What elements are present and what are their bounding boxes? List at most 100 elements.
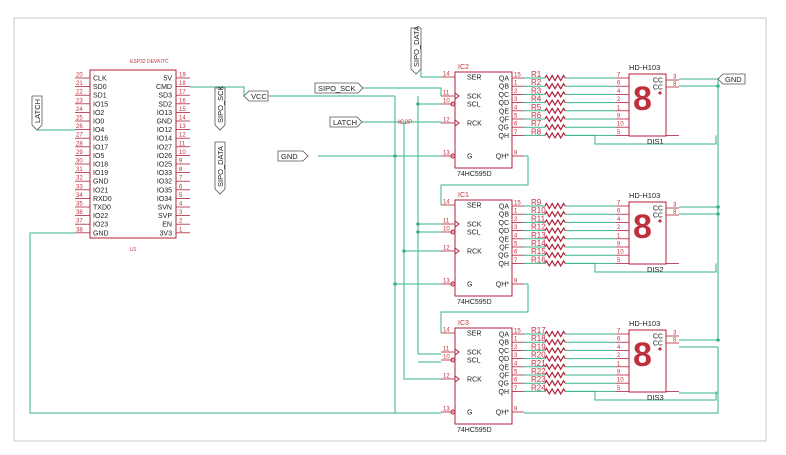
- esp32-left-pin-name: IO2: [93, 110, 104, 117]
- ic-left-pin-num: 11: [443, 347, 450, 353]
- display-ref-text: DIS1: [647, 137, 664, 146]
- ic-right-pin-name: QB: [499, 340, 509, 347]
- ic-right-pin-name: QH: [499, 389, 510, 396]
- esp32-right-pin-num: 17: [179, 90, 186, 96]
- resistor-zigzag: [544, 371, 566, 379]
- esp32-left-pin-name: SD0: [93, 84, 107, 91]
- ic-left-pin-name: SER: [467, 203, 481, 210]
- esp32-right-pin-name: IO35: [157, 187, 172, 194]
- esp32-right-pin-name: EN: [162, 222, 172, 229]
- ic-left-pin-num: 14: [443, 72, 450, 78]
- ic-right-pin-name: QD: [499, 100, 510, 107]
- esp32-left-pin-num: 22: [76, 90, 83, 96]
- esp32-right-pin-name: GND: [156, 119, 172, 126]
- shift-register-ref: IC1: [458, 192, 469, 199]
- net-gnd-left-text: GND: [281, 152, 298, 161]
- ic-left-pin-name: G: [467, 154, 472, 161]
- esp32-left-pin-name: TXD0: [93, 205, 111, 212]
- esp32-right-pin-num: 16: [179, 98, 186, 104]
- esp32-right-pin-name: IO13: [157, 110, 172, 117]
- shift-register-part: 74HC595D: [457, 171, 492, 178]
- net-vcc-text: VCC: [251, 92, 267, 101]
- ic-right-pin-name: QC: [499, 92, 510, 99]
- ic-right-pin-name: QH*: [496, 410, 510, 417]
- ic-left-pin-name: SCK: [467, 222, 482, 229]
- ic-right-pin-name: QF: [499, 373, 509, 380]
- display-part-text: HD-H103: [629, 319, 660, 328]
- esp32-right-pin-name: IO12: [157, 127, 172, 134]
- schematic-canvas: ESP32 DEVKITC U1 20 CLK 21 SD0 22 SD1 23 IO15 24 IO…: [0, 0, 786, 455]
- esp32-left-pin-name: IO5: [93, 153, 104, 160]
- ic-left-pin-num: 12: [443, 246, 450, 252]
- esp32-left-pin-name: GND: [93, 230, 109, 237]
- net-latch-left-text: LATCH: [33, 99, 42, 123]
- ic-left-pin-name: SCK: [467, 94, 482, 101]
- clock-marker: [454, 119, 460, 127]
- ic-right-pin-name: QH*: [496, 154, 510, 161]
- esp32-left-pin-num: 23: [76, 98, 83, 104]
- display-cc-label: CC: [653, 334, 663, 341]
- ic-right-pin-name: QC: [499, 220, 510, 227]
- dp-return-wire: [565, 134, 717, 145]
- resistor-zigzag: [544, 210, 566, 218]
- esp32-right-pin-name: IO33: [157, 170, 172, 177]
- esp32-left-pin-name: IO19: [93, 170, 108, 177]
- ic-right-pin-name: QH*: [496, 282, 510, 289]
- seven-seg-glyph: 8: [633, 336, 652, 374]
- shift-register-ref: IC3: [458, 320, 469, 327]
- esp32-right-pin-name: IO14: [157, 136, 172, 143]
- ic-right-pin-name: QC: [499, 348, 510, 355]
- junction-dot: [416, 102, 420, 106]
- esp32-ref-text: U1: [130, 247, 137, 253]
- ic-left-pin-num: 13: [443, 151, 450, 157]
- sck-bus: [417, 96, 441, 355]
- ic-left-pin-name: RCK: [467, 121, 482, 128]
- ic-left-pin-name: RCK: [467, 249, 482, 256]
- schematic-svg: ESP32 DEVKITC U1 20 CLK 21 SD0 22 SD1 23 IO15 24 IO…: [13, 17, 767, 442]
- ic-left-pin-name: SCL: [467, 358, 481, 365]
- display-ref-text: DIS3: [647, 393, 664, 402]
- net-sipo-sck-text: SIPO_SCK: [318, 84, 356, 93]
- esp32-right-pin-num: 13: [179, 124, 186, 130]
- resistor-zigzag: [544, 90, 566, 99]
- ic-left-pin-num: 11: [443, 219, 450, 225]
- esp32-left-pin-num: 35: [76, 202, 83, 208]
- shift-register-part: 74HC595D: [457, 427, 492, 434]
- esp32-left-pin-name: IO16: [93, 136, 108, 143]
- ic-left-pin-name: SCL: [467, 230, 481, 237]
- ic-left-pin-name: SCK: [467, 350, 482, 357]
- ic-right-pin-name: QF: [499, 117, 509, 124]
- esp32-left-pin-num: 20: [76, 73, 83, 79]
- esp32-left-pin-name: IO21: [93, 187, 108, 194]
- resistor-zigzag: [544, 74, 566, 82]
- resistor-zigzag: [544, 131, 566, 140]
- ic-right-pin-num: 15: [514, 329, 521, 335]
- esp32-left-pin-num: 29: [76, 150, 83, 156]
- esp32-right-pin-name: SVN: [158, 205, 172, 212]
- esp32-right-pin-num: 10: [179, 150, 186, 156]
- esp32-left-pin-num: 34: [76, 193, 83, 199]
- ic-right-pin-num: 15: [514, 201, 521, 207]
- ic-left-pin-num: 10: [443, 355, 450, 361]
- decimal-point: [658, 219, 662, 223]
- resistor-zigzag: [544, 251, 566, 259]
- esp32-left-pin-num: 21: [76, 81, 83, 87]
- esp32-right-pin-name: SVP: [158, 213, 172, 220]
- esp32-left-pin-name: IO23: [93, 222, 108, 229]
- esp32-left-pin-name: IO22: [93, 213, 108, 220]
- ic-left-pin-num: 10: [443, 227, 450, 233]
- ic-right-pin-name: QH: [499, 133, 510, 140]
- shift-register-part: 74HC595D: [457, 299, 492, 306]
- esp32-left-pin-num: 28: [76, 141, 83, 147]
- esp32-right-pin-name: IO26: [157, 153, 172, 160]
- net-sipo-sck-vertical-text: SIPO_SCK: [216, 85, 225, 123]
- ic-left-pin-name: G: [467, 282, 472, 289]
- junction-dot: [416, 222, 420, 226]
- esp32-right-pin-name: IO34: [157, 196, 172, 203]
- esp32-right-pin-name: 3V3: [160, 230, 173, 237]
- junction-dot: [393, 282, 397, 286]
- resistor-zigzag: [544, 379, 566, 387]
- resistor-zigzag: [544, 218, 566, 227]
- display-cc-label: CC: [653, 341, 663, 348]
- display-cc-label: CC: [653, 85, 663, 92]
